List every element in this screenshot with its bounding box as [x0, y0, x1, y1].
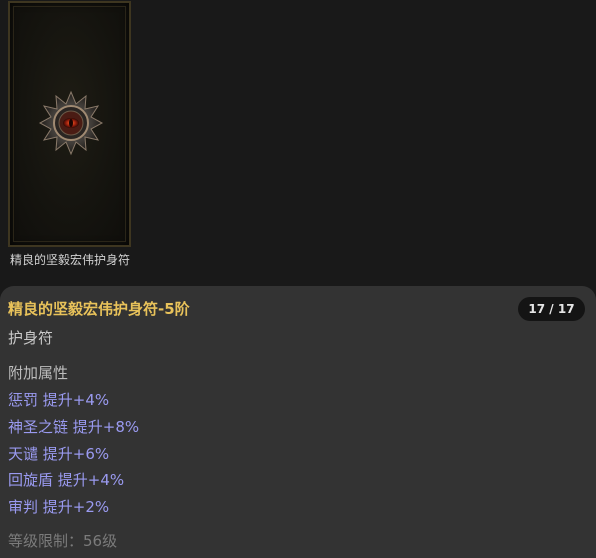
item-card[interactable] [8, 1, 131, 247]
affix-line: 回旋盾 提升+4% [8, 471, 125, 489]
affix-line: 审判 提升+2% [8, 498, 110, 516]
item-counter-badge: 17 / 17 [518, 297, 585, 321]
item-card-caption: 精良的坚毅宏伟护身符 [9, 253, 130, 267]
item-type: 护身符 [8, 329, 54, 347]
affix-line: 神圣之链 提升+8% [8, 418, 140, 436]
amulet-icon [38, 90, 104, 156]
item-title: 精良的坚毅宏伟护身符-5阶 [8, 300, 190, 318]
affix-line: 天谴 提升+6% [8, 445, 110, 463]
level-requirement: 等级限制：56级 [8, 532, 118, 550]
affix-section-label: 附加属性 [8, 364, 69, 382]
affix-line: 惩罚 提升+4% [8, 391, 110, 409]
